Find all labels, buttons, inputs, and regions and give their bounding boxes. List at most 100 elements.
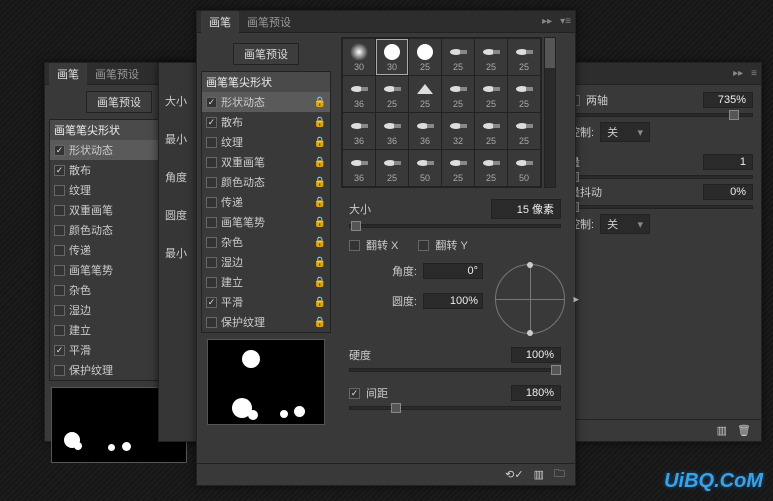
list-item[interactable]: 传递🔒 <box>202 192 330 212</box>
brush-tip-cell[interactable]: 36 <box>343 113 375 149</box>
new-preset-icon[interactable]: ▥ <box>534 468 544 481</box>
item-checkbox[interactable] <box>206 177 217 188</box>
folder-icon[interactable]: 🗀 <box>554 465 565 484</box>
size-slider[interactable] <box>349 224 561 228</box>
lock-icon[interactable]: 🔒 <box>314 277 326 288</box>
lock-icon[interactable]: 🔒 <box>314 197 326 208</box>
spacing-value[interactable]: 180% <box>511 385 561 401</box>
lock-icon[interactable]: 🔒 <box>314 177 326 188</box>
item-checkbox[interactable] <box>206 297 217 308</box>
angle-wheel[interactable] <box>495 264 565 334</box>
brush-tip-cell[interactable]: 30 <box>376 39 408 75</box>
flipy-checkbox[interactable] <box>418 240 429 251</box>
collapse-icon[interactable]: ▸▸ <box>538 16 556 27</box>
list-item[interactable]: 形状动态🔒 <box>202 92 330 112</box>
brush-tip-cell[interactable]: 50 <box>409 150 441 186</box>
brush-tip-cell[interactable]: 36 <box>376 113 408 149</box>
size-value[interactable]: 15 像素 <box>491 199 561 219</box>
item-checkbox[interactable] <box>206 137 217 148</box>
item-checkbox[interactable] <box>54 265 65 276</box>
list-item[interactable]: 散布🔒 <box>202 112 330 132</box>
hardness-value[interactable]: 100% <box>511 347 561 363</box>
list-item[interactable]: 双重画笔🔒 <box>202 152 330 172</box>
item-checkbox[interactable] <box>54 205 65 216</box>
hardness-slider[interactable] <box>349 368 561 372</box>
list-item[interactable]: 平滑🔒 <box>202 292 330 312</box>
item-checkbox[interactable] <box>54 245 65 256</box>
preset-button-bg[interactable]: 画笔预设 <box>86 91 152 113</box>
brush-tip-cell[interactable]: 25 <box>475 39 507 75</box>
control1-select[interactable]: 关 <box>600 122 650 142</box>
brush-tip-cell[interactable]: 25 <box>475 150 507 186</box>
list-item[interactable]: 建立🔒 <box>202 272 330 292</box>
lock-icon[interactable]: 🔒 <box>314 297 326 308</box>
item-checkbox[interactable] <box>54 225 65 236</box>
brush-tip-cell[interactable]: 50 <box>508 150 540 186</box>
list-item[interactable]: 颜色动态🔒 <box>202 172 330 192</box>
jitter-slider[interactable] <box>569 205 753 209</box>
twoaxis-value[interactable]: 735% <box>703 92 753 108</box>
brush-tip-cell[interactable]: 32 <box>442 113 474 149</box>
tab-brush-bg[interactable]: 画笔 <box>49 63 87 85</box>
preset-button[interactable]: 画笔预设 <box>233 43 299 65</box>
item-checkbox[interactable] <box>54 325 65 336</box>
item-checkbox[interactable] <box>54 145 65 156</box>
item-checkbox[interactable] <box>206 237 217 248</box>
item-checkbox[interactable] <box>54 305 65 316</box>
lock-icon[interactable]: 🔒 <box>314 217 326 228</box>
item-checkbox[interactable] <box>54 345 65 356</box>
brush-tip-grid[interactable]: 3030252525253625252525253636363225253625… <box>341 37 542 188</box>
item-checkbox[interactable] <box>206 257 217 268</box>
item-checkbox[interactable] <box>206 97 217 108</box>
brush-tip-cell[interactable]: 25 <box>442 76 474 112</box>
item-checkbox[interactable] <box>206 277 217 288</box>
menu-icon[interactable]: ▾≡ <box>556 16 575 27</box>
roundness-input[interactable] <box>423 293 483 309</box>
trash-icon[interactable]: 🗑 <box>737 424 751 437</box>
menu-icon[interactable]: ≡ <box>747 68 761 79</box>
spacing-checkbox[interactable] <box>349 388 360 399</box>
list-item[interactable]: 保护纹理🔒 <box>202 312 330 332</box>
jitter-value[interactable]: 0% <box>703 184 753 200</box>
collapse-icon[interactable]: ▸▸ <box>729 68 747 79</box>
item-checkbox[interactable] <box>206 197 217 208</box>
brush-tip-cell[interactable]: 36 <box>343 150 375 186</box>
item-checkbox[interactable] <box>206 317 217 328</box>
lock-icon[interactable]: 🔒 <box>314 317 326 328</box>
item-checkbox[interactable] <box>54 285 65 296</box>
brush-tip-cell[interactable]: 30 <box>343 39 375 75</box>
item-checkbox[interactable] <box>54 365 65 376</box>
lock-icon[interactable]: 🔒 <box>314 257 326 268</box>
toggle-icon[interactable]: ⟲✓ <box>505 468 523 481</box>
lock-icon[interactable]: 🔒 <box>314 157 326 168</box>
twoaxis-slider[interactable] <box>569 113 753 117</box>
flipx-checkbox[interactable] <box>349 240 360 251</box>
item-checkbox[interactable] <box>206 217 217 228</box>
brush-tip-cell[interactable]: 36 <box>409 113 441 149</box>
brush-tip-cell[interactable]: 25 <box>409 39 441 75</box>
lock-icon[interactable]: 🔒 <box>314 117 326 128</box>
brush-tip-cell[interactable]: 25 <box>376 76 408 112</box>
count-slider[interactable] <box>569 175 753 179</box>
spacing-slider[interactable] <box>349 406 561 410</box>
item-checkbox[interactable] <box>54 165 65 176</box>
brush-tip-cell[interactable]: 25 <box>508 39 540 75</box>
new-icon[interactable]: ▥ <box>717 424 727 437</box>
lock-icon[interactable]: 🔒 <box>314 237 326 248</box>
tab-preset-bg[interactable]: 画笔预设 <box>87 63 147 85</box>
brush-tip-cell[interactable]: 25 <box>376 150 408 186</box>
brush-tip-cell[interactable]: 25 <box>475 76 507 112</box>
item-checkbox[interactable] <box>206 157 217 168</box>
brush-tip-cell[interactable]: 25 <box>475 113 507 149</box>
grid-scrollbar[interactable] <box>544 37 556 188</box>
list-item[interactable]: 纹理🔒 <box>202 132 330 152</box>
count-value[interactable]: 1 <box>703 154 753 170</box>
tab-brush[interactable]: 画笔 <box>201 11 239 33</box>
brush-tip-cell[interactable]: 25 <box>442 150 474 186</box>
control2-select[interactable]: 关 <box>600 214 650 234</box>
brush-tip-cell[interactable]: 36 <box>343 76 375 112</box>
brush-tip-cell[interactable]: 25 <box>508 76 540 112</box>
lock-icon[interactable]: 🔒 <box>314 97 326 108</box>
item-checkbox[interactable] <box>206 117 217 128</box>
list-header[interactable]: 画笔笔尖形状 <box>202 72 330 92</box>
